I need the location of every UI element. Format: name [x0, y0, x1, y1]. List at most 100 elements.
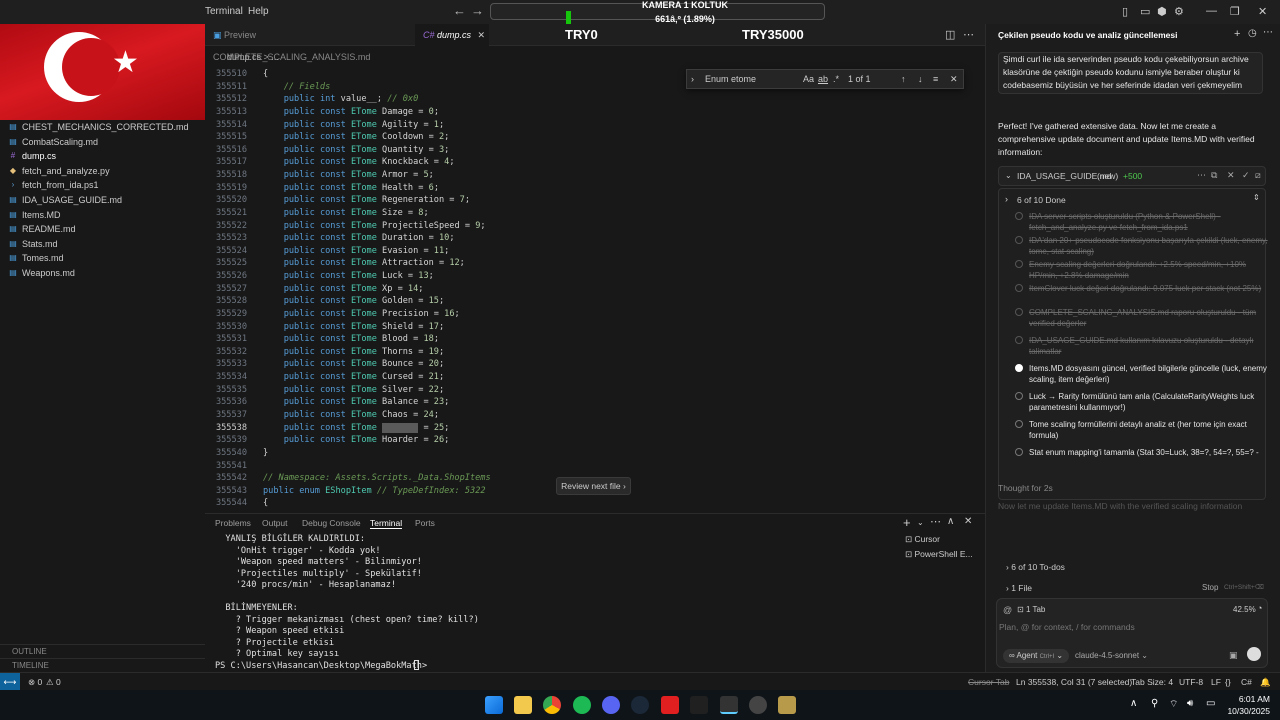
file-item[interactable]: ▤ Stats.md: [8, 237, 57, 251]
review-next-file-button[interactable]: Review next file ›: [556, 477, 631, 495]
todo-checkbox[interactable]: [1015, 236, 1023, 244]
todo-checkbox[interactable]: [1015, 392, 1023, 400]
encoding[interactable]: UTF-8: [1179, 677, 1203, 687]
notifications-icon[interactable]: 🔔: [1260, 677, 1271, 688]
file-explorer-icon[interactable]: [514, 696, 532, 714]
files-row[interactable]: › 1 File Stop Ctrl+Shift+⌫: [998, 579, 1266, 597]
terminal-item-cursor[interactable]: ⊡ Cursor: [905, 534, 940, 545]
close-panel-icon[interactable]: ✕: [964, 516, 972, 527]
cursor-position[interactable]: Ln 355538, Col 31 (7 selected): [1016, 677, 1132, 687]
file-item[interactable]: ▤ Weapons.md: [8, 266, 75, 280]
language-mode[interactable]: C#: [1241, 677, 1252, 687]
more-actions-icon[interactable]: ⋯: [963, 28, 974, 41]
terminal-dropdown-icon[interactable]: ⌄: [917, 518, 924, 527]
minimize-icon[interactable]: —: [1206, 5, 1217, 17]
terminal-output[interactable]: YANLIŞ BİLGİLER KALDIRILDI: 'OnHit trigg…: [205, 532, 905, 672]
error-icon[interactable]: ⊗ 0: [28, 677, 42, 688]
reject-icon[interactable]: ✕: [1227, 170, 1235, 181]
file-item[interactable]: › fetch_from_ida.ps1: [8, 178, 99, 192]
close-find-icon[interactable]: ✕: [950, 72, 958, 87]
todo-checkbox[interactable]: [1015, 336, 1023, 344]
breadcrumb[interactable]: dump.cs > ...: [205, 48, 985, 66]
cursor-app-icon[interactable]: [720, 696, 738, 714]
app-gold-icon[interactable]: [778, 696, 796, 714]
app-red-icon[interactable]: [661, 696, 679, 714]
mention-icon[interactable]: @: [1003, 605, 1012, 615]
stop-generation-icon[interactable]: [1247, 647, 1261, 661]
todo-checkbox[interactable]: [1015, 212, 1023, 220]
file-change-card[interactable]: ⌄ IDA_USAGE_GUIDE.md (new) +500 ⋯ ⧉ ✕ ✓ …: [998, 166, 1266, 186]
menu-help[interactable]: Help: [248, 6, 269, 17]
back-arrow-icon[interactable]: ←: [453, 3, 466, 18]
expand-icon[interactable]: ⧄: [1255, 170, 1261, 181]
split-editor-icon[interactable]: ◫: [945, 28, 955, 41]
tray-chevron-icon[interactable]: ∧: [1130, 698, 1137, 709]
discord-icon[interactable]: [602, 696, 620, 714]
tray-app-icon[interactable]: ⚲: [1151, 698, 1158, 709]
remote-icon[interactable]: ⟷: [0, 673, 20, 691]
chevron-right-icon[interactable]: ›: [1005, 194, 1008, 204]
todo-checkbox[interactable]: [1015, 448, 1023, 456]
todo-checkbox[interactable]: [1015, 260, 1023, 268]
find-in-selection-icon[interactable]: ≡: [933, 72, 938, 87]
previous-match-icon[interactable]: ↑: [901, 72, 906, 87]
code-editor[interactable]: 355510 {355511 // Fields 355512 public int…: [205, 66, 985, 512]
file-item[interactable]: ▤ Tomes.md: [8, 251, 63, 265]
close-window-icon[interactable]: ✕: [1258, 5, 1267, 18]
spotify-icon[interactable]: [573, 696, 591, 714]
cursor-tab-status[interactable]: Cursor Tab: [968, 677, 1009, 687]
wifi-icon[interactable]: ⌔: [1169, 698, 1178, 711]
accept-icon[interactable]: ✓: [1242, 170, 1250, 181]
image-attach-icon[interactable]: ▣: [1229, 650, 1238, 661]
layout-sidebar-icon[interactable]: ▯: [1122, 5, 1128, 18]
clock[interactable]: 6:01 AM 10/30/2025: [1227, 693, 1270, 717]
end-of-line[interactable]: LF: [1211, 677, 1221, 687]
tab-size[interactable]: Tab Size: 4: [1131, 677, 1173, 687]
settings-gear-icon[interactable]: ⚙: [1174, 5, 1184, 18]
tab-context-chip[interactable]: ⊡ 1 Tab: [1017, 605, 1045, 614]
terminal-item-powershell[interactable]: ⊡ PowerShell E...: [905, 549, 973, 560]
tab-preview-scaling-analysis[interactable]: ▣ Preview COMPLETE_SCALING_ANALYSIS.md: [205, 24, 415, 62]
forward-arrow-icon[interactable]: →: [471, 3, 484, 18]
extensions-icon[interactable]: ⬢: [1157, 5, 1167, 18]
chat-prompt-input[interactable]: Plan, @ for context, / for commands: [999, 622, 1135, 632]
collapse-icon[interactable]: ⇕: [1253, 193, 1260, 202]
windows-start-icon[interactable]: [485, 696, 503, 714]
next-match-icon[interactable]: ↓: [918, 72, 923, 87]
file-item[interactable]: ◆ fetch_and_analyze.py: [8, 164, 110, 178]
whole-word-icon[interactable]: ab: [818, 72, 828, 87]
chat-input-box[interactable]: @ ⊡ 1 Tab 42.5% ◔ Plan, @ for context, /…: [996, 598, 1268, 668]
model-select[interactable]: claude-4.5-sonnet ⌄: [1075, 651, 1148, 660]
todo-checkbox[interactable]: [1015, 284, 1023, 292]
layout-panel-icon[interactable]: ▭: [1140, 5, 1150, 18]
panel-more-icon[interactable]: ⋯: [930, 515, 941, 528]
warning-icon[interactable]: ⚠ 0: [46, 677, 61, 688]
new-terminal-icon[interactable]: +: [903, 515, 911, 530]
todo-checkbox[interactable]: [1015, 308, 1023, 316]
tab-problems[interactable]: Problems: [215, 518, 251, 528]
tab-ports[interactable]: Ports: [415, 518, 435, 528]
stop-button[interactable]: Stop: [1202, 579, 1218, 597]
thought-label[interactable]: Thought for 2s: [998, 482, 1263, 495]
chrome-icon[interactable]: [543, 696, 561, 714]
tab-terminal[interactable]: Terminal: [370, 518, 403, 529]
new-chat-icon[interactable]: +: [1234, 28, 1240, 40]
file-card-more-icon[interactable]: ⋯: [1197, 170, 1206, 181]
tab-output[interactable]: Output: [262, 518, 288, 528]
tab-debug-console[interactable]: Debug Console: [302, 518, 361, 528]
chevron-right-icon[interactable]: ›: [691, 72, 694, 87]
app-gray-icon[interactable]: [749, 696, 767, 714]
todo-checkbox[interactable]: [1015, 420, 1023, 428]
close-tab-icon[interactable]: ✕: [477, 24, 485, 46]
user-message[interactable]: Şimdi curl ile ida serverinden pseudo ko…: [998, 52, 1263, 94]
regex-icon[interactable]: .*: [833, 72, 839, 87]
steam-icon[interactable]: [631, 696, 649, 714]
chat-more-icon[interactable]: ⋯: [1263, 27, 1273, 38]
history-icon[interactable]: ◷: [1248, 28, 1257, 39]
match-case-icon[interactable]: Aa: [803, 72, 814, 87]
todos-row[interactable]: › 6 of 10 To-dos: [998, 558, 1266, 576]
outline-section[interactable]: OUTLINE: [0, 644, 205, 658]
file-item[interactable]: ▤ CHEST_MECHANICS_CORRECTED.md: [8, 120, 188, 134]
file-item[interactable]: # dump.cs: [8, 149, 56, 163]
agent-mode-select[interactable]: ∞ Agent Ctrl+I ⌄: [1003, 649, 1070, 663]
